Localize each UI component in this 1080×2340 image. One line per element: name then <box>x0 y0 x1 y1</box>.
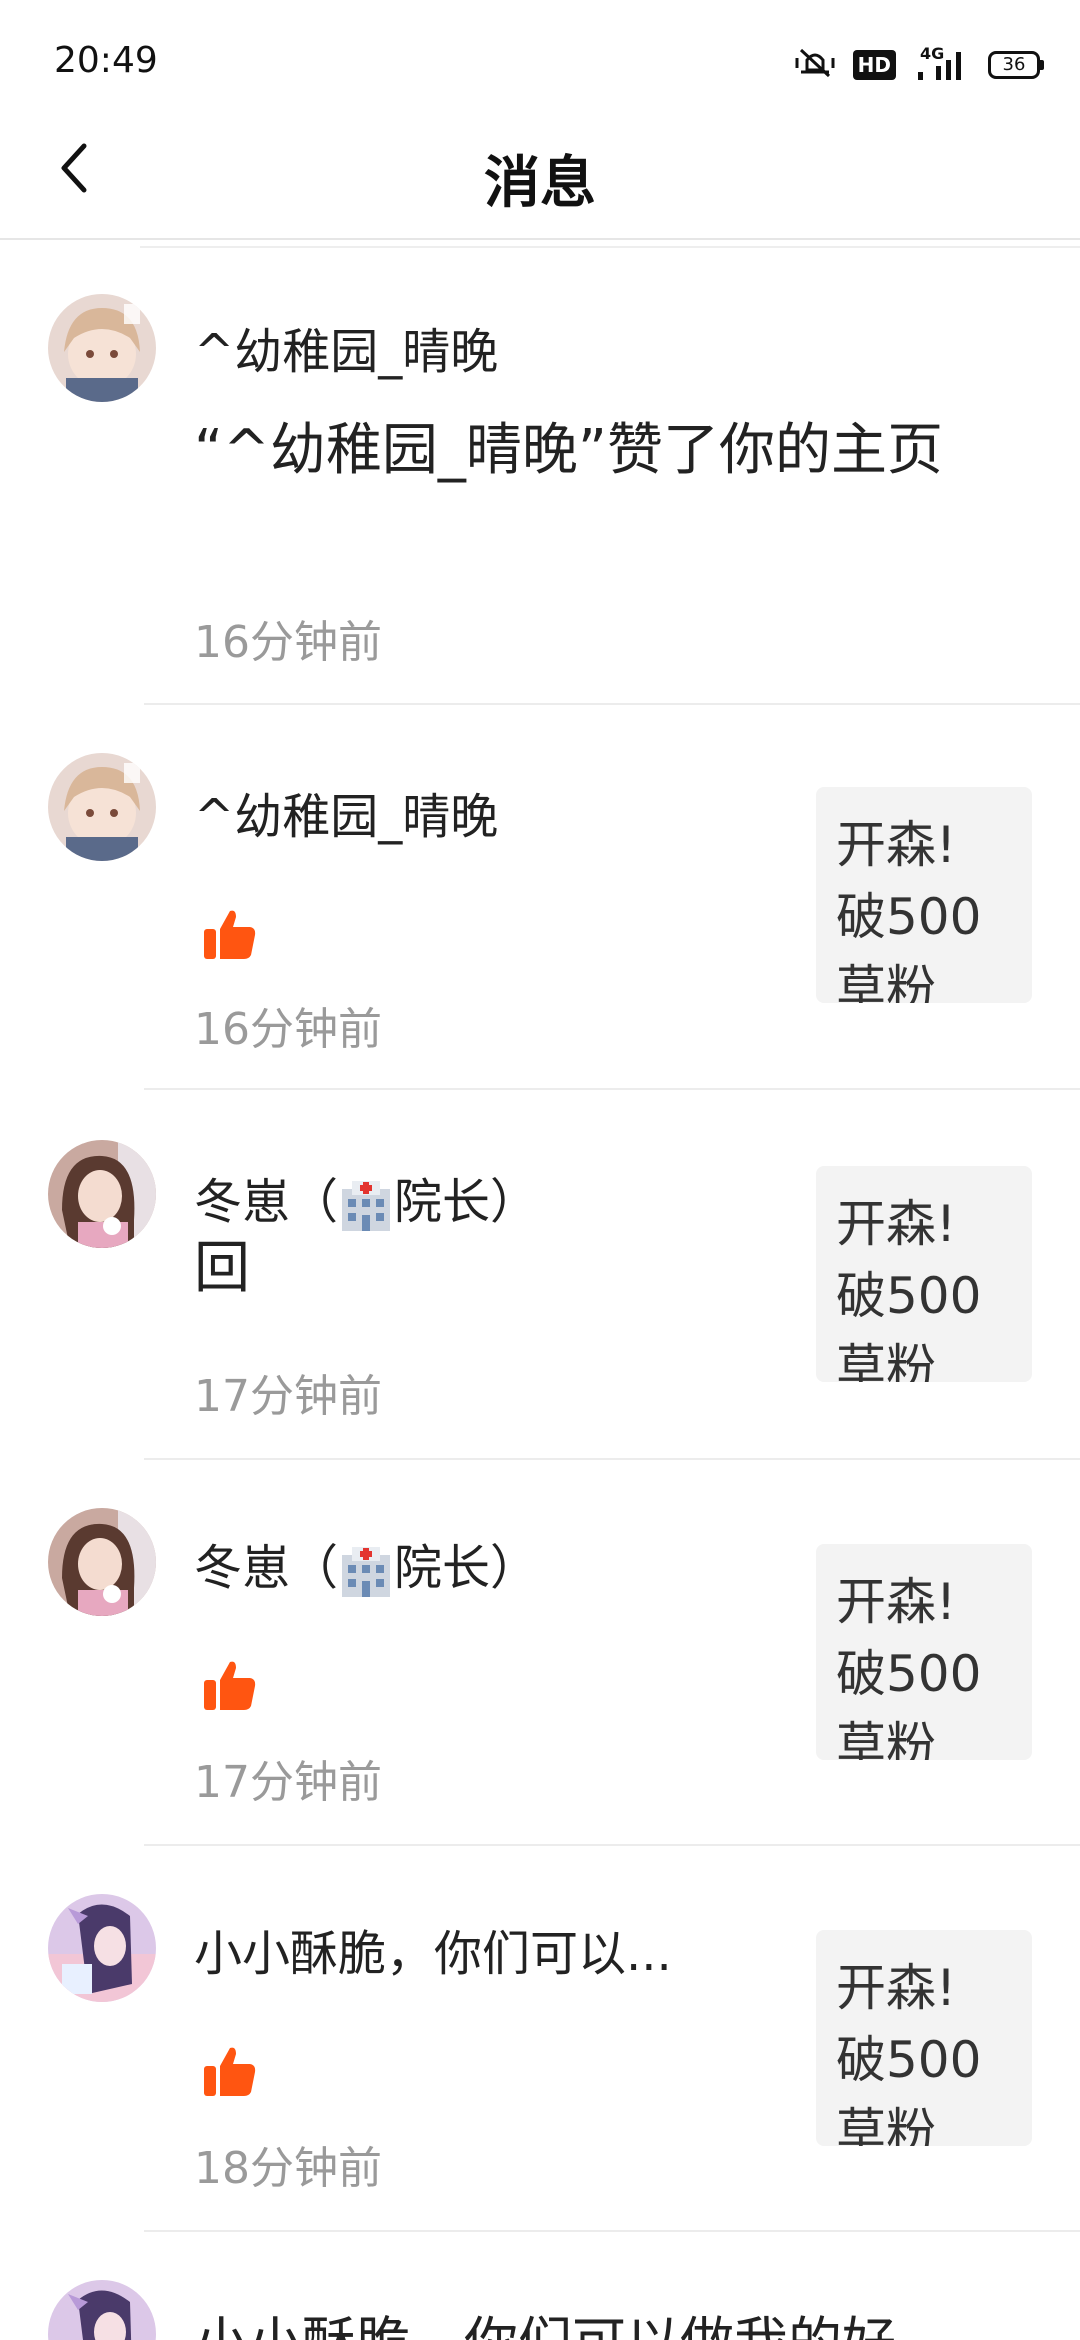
user-name[interactable]: 小小酥脆，你们可以做我的好 <box>194 2298 896 2340</box>
timestamp: 17分钟前 <box>194 1371 382 1422</box>
thumbnail-text: 开森! 破500 草粉 <box>836 1195 982 1382</box>
user-name-suffix: 院长） <box>394 1540 539 1596</box>
avatar[interactable] <box>48 2280 156 2340</box>
status-icons: HD 4G 36 <box>795 44 1044 84</box>
hd-icon: HD <box>852 50 896 80</box>
timestamp: 17分钟前 <box>194 1757 382 1808</box>
user-name-prefix: 冬崽（ <box>194 1174 339 1230</box>
post-thumbnail[interactable]: 开森! 破500 草粉 <box>816 1544 1032 1760</box>
avatar[interactable] <box>48 1894 156 2002</box>
app-header: 消息 <box>0 110 1080 240</box>
divider <box>140 246 1080 248</box>
hospital-icon <box>338 1177 394 1233</box>
avatar[interactable] <box>48 294 156 402</box>
post-thumbnail[interactable]: 开森! 破500 草粉 <box>816 787 1032 1003</box>
thumbnail-text: 开森! 破500 草粉 <box>836 1573 982 1760</box>
thumbs-up-icon <box>200 905 260 965</box>
user-name[interactable]: 冬崽（ 院长） <box>194 1528 538 1599</box>
user-name[interactable]: 小小酥脆，你们可以... <box>194 1914 672 1984</box>
page-title: 消息 <box>484 151 596 216</box>
avatar[interactable] <box>48 1140 156 1248</box>
notification-item[interactable]: 冬崽（ 院长） 17分钟前 开森! 破500 草粉 <box>0 1460 1080 1845</box>
thumbs-up-icon <box>200 1656 260 1716</box>
timestamp: 18分钟前 <box>194 2143 382 2194</box>
timestamp: 16分钟前 <box>194 617 382 668</box>
notification-item[interactable]: ^幼稚园_晴晚 “^幼稚园_晴晚”赞了你的主页 16分钟前 <box>0 250 1080 705</box>
notification-content: “^幼稚园_晴晚”赞了你的主页 <box>194 418 943 483</box>
notification-item[interactable]: 小小酥脆，你们可以做我的好 <box>0 2232 1080 2340</box>
thumbnail-text: 开森! 破500 草粉 <box>836 816 982 1003</box>
signal-4g-icon: 4G <box>914 44 970 82</box>
notification-item[interactable]: 小小酥脆，你们可以... 18分钟前 开森! 破500 草粉 <box>0 1846 1080 2231</box>
notification-item[interactable]: ^幼稚园_晴晚 16分钟前 开森! 破500 草粉 <box>0 705 1080 1090</box>
mute-vibrate-icon <box>795 46 835 84</box>
thumbs-up-icon <box>200 2042 260 2102</box>
post-thumbnail[interactable]: 开森! 破500 草粉 <box>816 1930 1032 2146</box>
user-name-suffix: 院长） <box>394 1174 539 1230</box>
battery-icon: 36 <box>988 51 1044 79</box>
post-thumbnail[interactable]: 开森! 破500 草粉 <box>816 1166 1032 1382</box>
timestamp: 16分钟前 <box>194 1004 382 1055</box>
avatar[interactable] <box>48 753 156 861</box>
user-name-prefix: 冬崽（ <box>194 1540 339 1596</box>
user-name[interactable]: ^幼稚园_晴晚 <box>194 777 498 847</box>
notification-item[interactable]: 冬崽（ 院长） 回 17分钟前 开森! 破500 草粉 <box>0 1090 1080 1460</box>
avatar[interactable] <box>48 1508 156 1616</box>
user-name[interactable]: 冬崽（ 院长） <box>194 1162 538 1233</box>
status-time: 20:49 <box>54 40 158 81</box>
user-name[interactable]: ^幼稚园_晴晚 <box>194 312 498 382</box>
hospital-icon <box>338 1543 394 1599</box>
thumbnail-text: 开森! 破500 草粉 <box>836 1959 982 2146</box>
